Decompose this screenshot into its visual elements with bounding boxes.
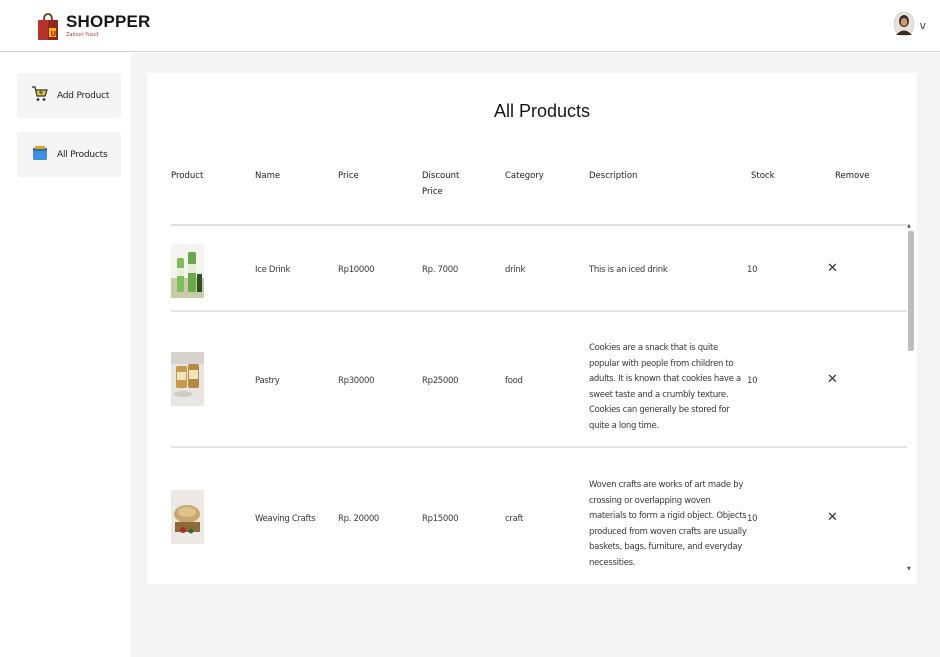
- column-header-price: Price: [338, 171, 359, 181]
- sidebar-item-all-products[interactable]: All Products: [17, 132, 121, 177]
- chevron-down-icon[interactable]: v: [919, 19, 926, 32]
- product-image: [171, 244, 204, 298]
- product-table-body[interactable]: Ice Drink Rp10000 Rp. 7000 drink This is…: [147, 219, 937, 584]
- column-header-product: Product: [171, 171, 204, 181]
- product-stock: 10: [747, 376, 758, 386]
- logo-title: SHOPPER: [66, 12, 151, 31]
- product-description: Woven crafts are works of art made by cr…: [589, 480, 747, 568]
- column-header-description: Description: [589, 171, 638, 181]
- table-row: Ice Drink Rp10000 Rp. 7000 drink This is…: [147, 219, 937, 312]
- product-description: This is an iced drink: [589, 265, 668, 275]
- product-discount-price: Rp25000: [422, 376, 459, 386]
- product-name: Pastry: [255, 376, 280, 386]
- sidebar-item-add-product[interactable]: Add Product: [17, 73, 121, 118]
- product-price: Rp30000: [338, 376, 375, 386]
- remove-icon[interactable]: ✕: [827, 510, 838, 525]
- main-content: All Products Product Name Price Discount…: [131, 53, 940, 657]
- avatar[interactable]: [893, 11, 915, 37]
- product-discount-price: Rp. 7000: [422, 265, 458, 275]
- remove-icon[interactable]: ✕: [827, 372, 838, 387]
- product-stock: 10: [747, 514, 758, 524]
- column-header-discount-price: Discount Price: [422, 171, 460, 197]
- shopping-bag-icon: U: [36, 11, 60, 41]
- profile-menu[interactable]: v: [893, 11, 926, 37]
- column-header-name: Name: [255, 171, 281, 181]
- product-category: craft: [505, 514, 524, 524]
- product-image: [171, 490, 204, 544]
- sidebar-item-label: Add Product: [57, 90, 110, 101]
- product-list-icon: [31, 144, 49, 166]
- product-name: Ice Drink: [255, 265, 291, 275]
- column-header-stock: Stock: [751, 171, 775, 181]
- top-header: U SHOPPER Zainuri Yusuf v: [0, 0, 940, 52]
- product-category: drink: [505, 265, 526, 275]
- product-discount-price: Rp15000: [422, 514, 459, 524]
- table-row: Weaving Crafts Rp. 20000 Rp15000 craft W…: [147, 448, 937, 584]
- product-price: Rp10000: [338, 265, 375, 275]
- svg-text:U: U: [51, 30, 57, 38]
- products-panel: All Products Product Name Price Discount…: [147, 73, 917, 584]
- scrollbar-thumb[interactable]: [908, 231, 914, 351]
- page-title: All Products: [493, 101, 591, 121]
- column-header-remove: Remove: [835, 171, 870, 181]
- scroll-up-arrow-icon[interactable]: ▲: [907, 223, 911, 229]
- scroll-down-arrow-icon[interactable]: ▼: [907, 566, 911, 572]
- product-category: food: [505, 376, 523, 386]
- remove-icon[interactable]: ✕: [827, 261, 838, 276]
- column-header-category: Category: [505, 171, 544, 181]
- product-name: Weaving Crafts: [255, 514, 316, 524]
- sidebar-item-label: All Products: [57, 149, 108, 160]
- product-description: Cookies are a snack that is quite popula…: [589, 343, 741, 431]
- product-stock: 10: [747, 265, 758, 275]
- logo[interactable]: U SHOPPER Zainuri Yusuf: [36, 11, 151, 41]
- product-price: Rp. 20000: [338, 514, 380, 524]
- logo-subtitle: Zainuri Yusuf: [66, 32, 99, 38]
- product-image: [171, 352, 204, 406]
- sidebar: Add Product All Products: [0, 53, 131, 657]
- cart-add-icon: [31, 85, 49, 107]
- table-scrollbar[interactable]: ▲ ▼: [906, 219, 915, 584]
- table-row: Pastry Rp30000 Rp25000 food Cookies are …: [147, 311, 937, 448]
